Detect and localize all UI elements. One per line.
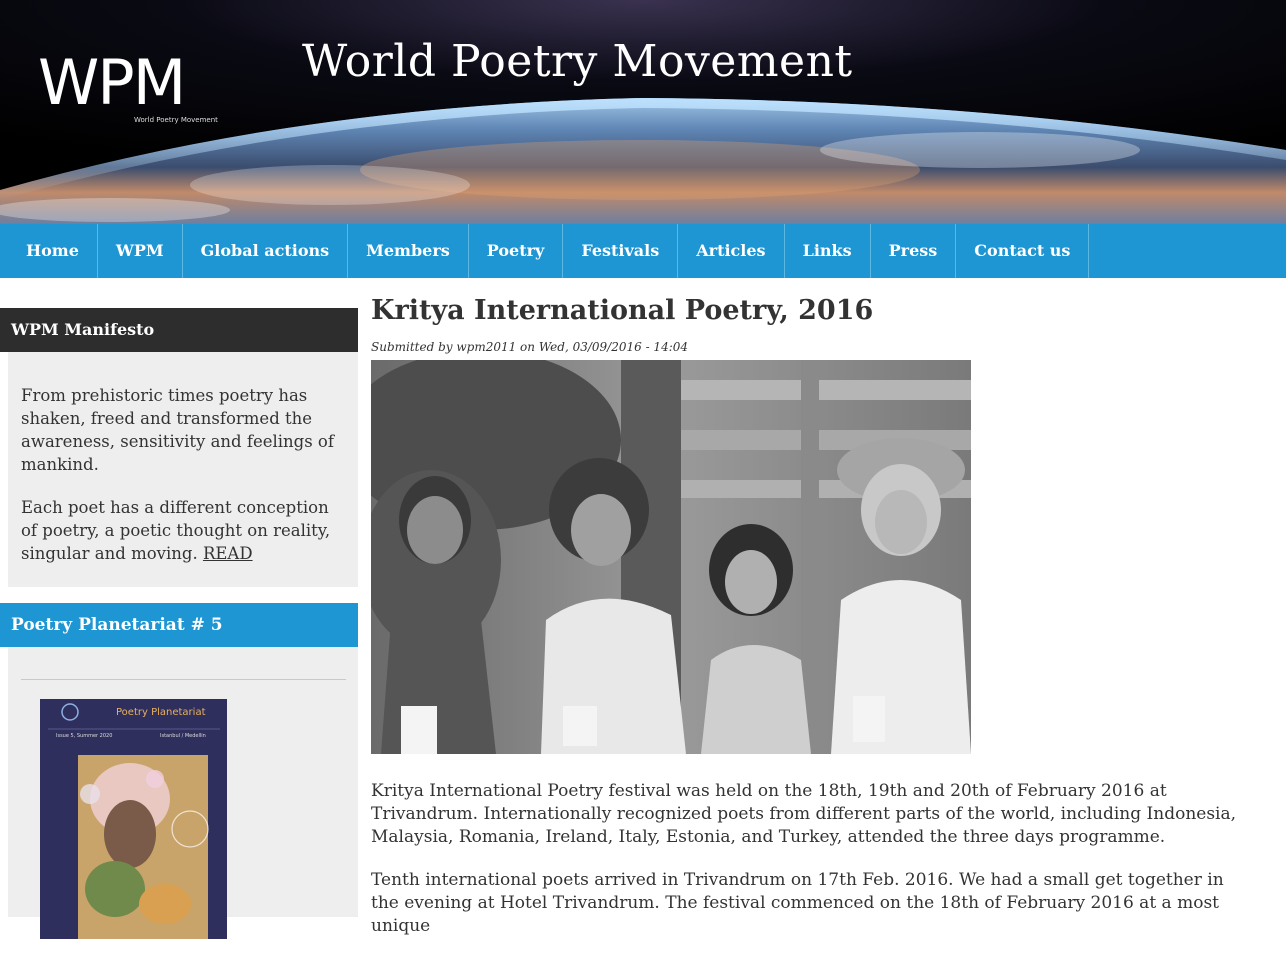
article-photo [371,360,971,754]
main-content: Kritya International Poetry, 2016 Submit… [371,292,1261,958]
nav-item-global-actions[interactable]: Global actions [183,224,349,278]
magazine-cover-title: Poetry Planetariat [116,707,206,718]
planetariat-block-body: Poetry Planetariat Issue 5, Summer 2020 … [8,647,358,939]
nav-item-contact-us[interactable]: Contact us [956,224,1090,278]
nav-item-press[interactable]: Press [871,224,957,278]
logo-text[interactable]: WPM [38,46,186,119]
logo-subtext: World Poetry Movement [134,116,218,124]
article-submitted-info: Submitted by wpm2011 on Wed, 03/09/2016 … [371,340,689,354]
manifesto-paragraph-1: From prehistoric times poetry has shaken… [21,386,334,474]
nav-item-articles[interactable]: Articles [678,224,785,278]
manifesto-read-link[interactable]: READ [203,544,253,563]
sidebar: WPM Manifesto From prehistoric times poe… [0,308,358,939]
article-paragraph-2: Tenth international poets arrived in Tri… [371,870,1224,936]
main-navigation: Home WPM Global actions Members Poetry F… [0,224,1286,278]
nav-item-festivals[interactable]: Festivals [563,224,679,278]
nav-item-home[interactable]: Home [0,224,98,278]
article-title[interactable]: Kritya International Poetry, 2016 [371,292,1261,330]
nav-item-links[interactable]: Links [785,224,871,278]
site-title: World Poetry Movement [302,36,853,87]
manifesto-block-title: WPM Manifesto [0,308,358,352]
nav-item-poetry[interactable]: Poetry [469,224,564,278]
nav-item-wpm[interactable]: WPM [98,224,183,278]
magazine-cover-issue: Issue 5, Summer 2020 [56,733,113,739]
site-banner: WPM World Poetry Movement World Poetry M… [0,0,1286,224]
article-paragraph-1: Kritya International Poetry festival was… [371,781,1237,847]
planetariat-block-title: Poetry Planetariat # 5 [0,603,358,647]
article-body: Kritya International Poetry festival was… [371,780,1251,938]
manifesto-paragraph-2-text: Each poet has a different conception of … [21,498,331,563]
block-divider [21,679,346,680]
earth-horizon-image [0,0,1286,224]
magazine-cover-cities: Istanbul / Medellin [160,733,206,739]
manifesto-paragraph-2: Each poet has a different conception of … [21,496,344,565]
magazine-cover-image[interactable]: Poetry Planetariat Issue 5, Summer 2020 … [40,699,227,939]
manifesto-block-body: From prehistoric times poetry has shaken… [8,352,358,587]
nav-item-members[interactable]: Members [348,224,469,278]
